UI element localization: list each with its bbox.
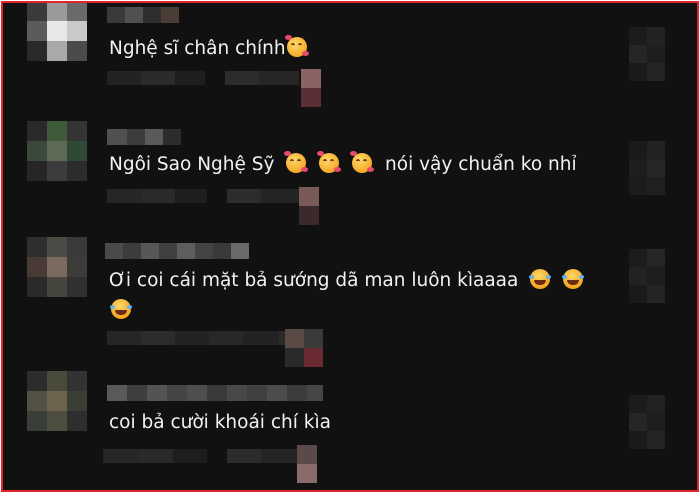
avatar-pixel <box>67 371 87 391</box>
face-with-tears-of-joy-icon <box>529 269 552 289</box>
reaction-pixel <box>297 464 317 483</box>
username-blurred[interactable] <box>107 7 179 23</box>
avatar-pixel <box>27 277 47 297</box>
avatar-pixel <box>47 411 67 431</box>
reaction-blurred[interactable] <box>301 69 321 107</box>
avatar-pixel <box>27 237 47 257</box>
avatar-pixel <box>47 391 67 411</box>
avatar-pixel <box>67 3 87 21</box>
avatar-pixel <box>67 161 87 181</box>
side-blurred <box>629 141 683 195</box>
reaction-pixel <box>285 329 304 348</box>
avatar-pixel <box>67 391 87 411</box>
avatar[interactable] <box>27 3 87 61</box>
comment-text-content: Ngôi Sao Nghệ Sỹ <box>109 154 275 175</box>
comment-text: Ngôi Sao Nghệ Sỹ nói vậy chuẩn ko nhỉ <box>109 151 577 179</box>
avatar-pixel <box>67 41 87 61</box>
avatar-pixel <box>27 371 47 391</box>
comment-text: coi bả cười khoái chí kìa <box>109 409 331 437</box>
comment-text-content: Ơi coi cái mặt bả sướng dã man luôn kìaa… <box>109 270 519 291</box>
avatar-pixel <box>47 371 67 391</box>
avatar-pixel <box>27 161 47 181</box>
avatar-pixel <box>67 141 87 161</box>
avatar-pixel <box>67 21 87 41</box>
avatar-pixel <box>27 21 47 41</box>
avatar-pixel <box>27 41 47 61</box>
reaction-pixel <box>304 348 323 367</box>
comment-meta-blurred <box>107 331 313 345</box>
avatar-pixel <box>47 277 67 297</box>
face-with-tears-of-joy-icon <box>110 299 132 319</box>
smiling-face-with-hearts-icon <box>284 35 309 57</box>
avatar-pixel <box>27 391 47 411</box>
avatar-pixel <box>67 237 87 257</box>
reaction-pixel <box>301 88 321 107</box>
avatar-pixel <box>47 237 67 257</box>
reaction-blurred[interactable] <box>285 329 323 367</box>
username-blurred[interactable] <box>107 385 323 401</box>
side-blurred <box>629 395 683 449</box>
reaction-pixel <box>299 206 319 225</box>
comment-text-line2 <box>109 297 132 325</box>
avatar-pixel <box>47 141 67 161</box>
reaction-pixel <box>297 445 317 464</box>
side-blurred <box>629 27 683 81</box>
comment-text: Nghệ sĩ chân chính <box>109 35 309 63</box>
avatar-pixel <box>27 141 47 161</box>
avatar-pixel <box>27 257 47 277</box>
comment-text-content: Nghệ sĩ chân chính <box>109 38 286 59</box>
avatar-pixel <box>67 257 87 277</box>
username-blurred[interactable] <box>105 243 249 259</box>
reaction-pixel <box>301 69 321 88</box>
comment-list-screenshot: Nghệ sĩ chân chính Ngôi Sao Nghệ Sỹ nói … <box>1 1 699 492</box>
username-blurred[interactable] <box>107 129 181 145</box>
smiling-face-with-hearts-icon <box>284 151 309 173</box>
smiling-face-with-hearts-icon <box>317 151 342 173</box>
comment-meta-blurred <box>103 449 301 463</box>
comment-text-tail: nói vậy chuẩn ko nhỉ <box>385 154 577 175</box>
comment-meta-blurred <box>107 189 301 203</box>
comment-text-content: coi bả cười khoái chí kìa <box>109 412 331 433</box>
avatar[interactable] <box>27 121 87 181</box>
avatar-pixel <box>47 121 67 141</box>
avatar[interactable] <box>27 237 87 297</box>
avatar-pixel <box>27 411 47 431</box>
avatar-pixel <box>27 121 47 141</box>
comment-text: Ơi coi cái mặt bả sướng dã man luôn kìaa… <box>109 267 585 295</box>
avatar-pixel <box>47 21 67 41</box>
avatar-pixel <box>47 3 67 21</box>
reaction-blurred[interactable] <box>299 187 319 225</box>
avatar-pixel <box>47 161 67 181</box>
comment-meta-blurred <box>107 71 299 85</box>
avatar-pixel <box>67 277 87 297</box>
side-blurred <box>629 249 683 303</box>
smiling-face-with-hearts-icon <box>350 151 375 173</box>
avatar[interactable] <box>27 371 87 431</box>
avatar-pixel <box>47 257 67 277</box>
avatar-pixel <box>67 411 87 431</box>
reaction-blurred[interactable] <box>297 445 317 483</box>
avatar-pixel <box>67 121 87 141</box>
reaction-pixel <box>299 187 319 206</box>
avatar-pixel <box>47 41 67 61</box>
avatar-pixel <box>27 3 47 21</box>
face-with-tears-of-joy-icon <box>562 269 585 289</box>
